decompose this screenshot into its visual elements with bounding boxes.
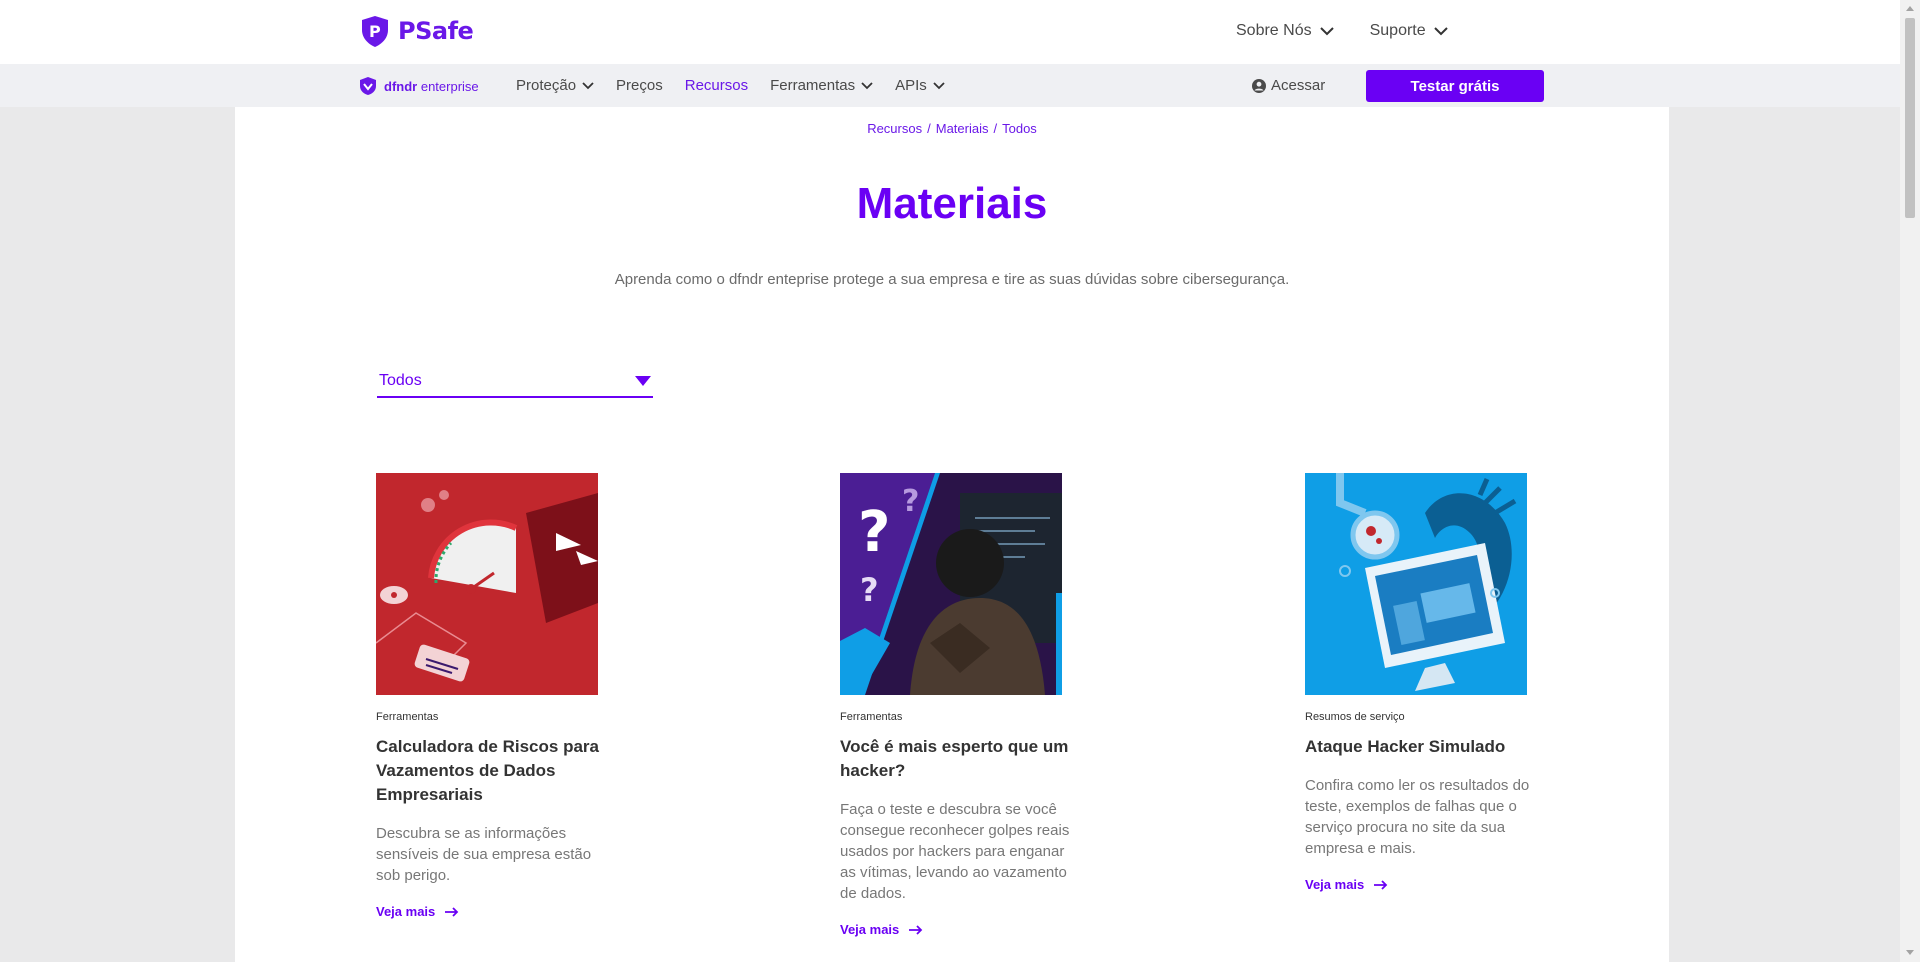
breadcrumb-materiais[interactable]: Materiais (936, 121, 989, 136)
sub-nav: Proteção Preços Recursos Ferramentas API… (516, 77, 945, 94)
user-circle-icon (1252, 78, 1266, 93)
arrow-right-icon (909, 924, 923, 935)
scroll-down-arrow-icon[interactable] (1906, 950, 1914, 955)
subnav-recursos[interactable]: Recursos (685, 77, 748, 94)
see-more-link[interactable]: Veja mais (840, 922, 923, 937)
dfndr-shield-icon (360, 77, 376, 95)
login-link[interactable]: Acessar (1252, 77, 1325, 94)
login-label: Acessar (1271, 77, 1326, 94)
top-header: P PSafe Sobre Nós Suporte (0, 0, 1900, 64)
nav-suporte[interactable]: Suporte (1370, 22, 1448, 40)
page-title: Materiais (856, 179, 1048, 228)
scroll-up-arrow-icon[interactable] (1906, 6, 1914, 11)
breadcrumb: Recursos / Materiais / Todos (867, 121, 1037, 136)
see-more-label: Veja mais (840, 922, 900, 937)
nav-sobre-nos-label: Sobre Nós (1236, 22, 1312, 39)
subnav-protecao-label: Proteção (516, 77, 577, 94)
svg-text:P: P (369, 22, 381, 41)
filter-selected-value: Todos (379, 372, 422, 389)
see-more-label: Veja mais (376, 904, 436, 919)
enterprise-nav-bar: dfndr enterprise Proteção Preços Recurso… (0, 64, 1900, 107)
dfndr-enterprise-logo[interactable]: dfndr enterprise (358, 76, 479, 96)
subnav-precos-label: Preços (616, 77, 663, 94)
main-content: Recursos / Materiais / Todos Materiais Apren… (235, 107, 1669, 962)
card-title[interactable]: Calculadora de Riscos para Vazamentos de… (376, 735, 608, 807)
page-scrollbar[interactable] (1900, 0, 1920, 962)
subnav-ferramentas-label: Ferramentas (770, 77, 856, 94)
card-tag: Ferramentas (376, 711, 439, 723)
card-title[interactable]: Ataque Hacker Simulado (1305, 735, 1537, 759)
try-free-button[interactable]: Testar grátis (1366, 70, 1544, 102)
subnav-apis[interactable]: APIs (895, 77, 945, 94)
subnav-recursos-label: Recursos (684, 77, 749, 94)
subnav-protecao[interactable]: Proteção (516, 77, 594, 94)
chevron-down-icon (933, 81, 945, 89)
page-subtitle: Aprenda como o dfndr enteprise protege a… (614, 271, 1290, 288)
card-tag: Resumos de serviço (1305, 711, 1405, 723)
enterprise-label: enterprise (420, 78, 479, 94)
svg-text:?: ? (860, 571, 879, 609)
risk-calculator-illustration (376, 473, 598, 695)
breadcrumb-todos[interactable]: Todos (1002, 121, 1037, 136)
card-description: Faça o teste e descubra se você consegue… (840, 801, 1070, 902)
arrow-right-icon (1374, 879, 1388, 890)
material-card[interactable]: ? ? ? Ferramentas Você é mais esperto qu… (840, 473, 1072, 939)
chevron-down-icon (861, 81, 873, 89)
psafe-shield-icon: P (362, 16, 388, 47)
hacker-quiz-illustration: ? ? ? (840, 473, 1062, 695)
caret-down-icon (635, 376, 651, 386)
see-more-label: Veja mais (1305, 877, 1365, 892)
dfndr-label: dfndr (384, 78, 418, 94)
nav-sobre-nos[interactable]: Sobre Nós (1236, 22, 1334, 40)
see-more-link[interactable]: Veja mais (376, 904, 459, 919)
scrollbar-thumb[interactable] (1905, 18, 1915, 218)
chevron-down-icon (1433, 26, 1448, 35)
top-nav: Sobre Nós Suporte (1236, 22, 1448, 40)
material-card[interactable]: Resumos de serviço Ataque Hacker Simulad… (1305, 473, 1537, 894)
brand-name: PSafe (398, 17, 474, 45)
card-description: Confira como ler os resultados do teste,… (1305, 777, 1530, 857)
card-description: Descubra se as informações sensíveis de … (376, 825, 592, 884)
see-more-link[interactable]: Veja mais (1305, 877, 1388, 892)
psafe-logo[interactable]: P PSafe (358, 14, 474, 48)
category-filter-select[interactable]: Todos (377, 366, 653, 398)
subnav-ferramentas[interactable]: Ferramentas (770, 77, 873, 94)
svg-text:?: ? (858, 500, 890, 565)
simulated-attack-illustration (1305, 473, 1527, 695)
subnav-precos[interactable]: Preços (616, 77, 663, 94)
svg-text:?: ? (902, 484, 919, 519)
card-title[interactable]: Você é mais esperto que um hacker? (840, 735, 1072, 783)
arrow-right-icon (445, 906, 459, 917)
nav-suporte-label: Suporte (1369, 22, 1426, 39)
breadcrumb-recursos[interactable]: Recursos (867, 121, 922, 136)
card-tag: Ferramentas (840, 711, 903, 723)
chevron-down-icon (582, 81, 594, 89)
subnav-apis-label: APIs (895, 77, 927, 94)
material-card[interactable]: Ferramentas Calculadora de Riscos para V… (376, 473, 608, 921)
chevron-down-icon (1319, 26, 1334, 35)
